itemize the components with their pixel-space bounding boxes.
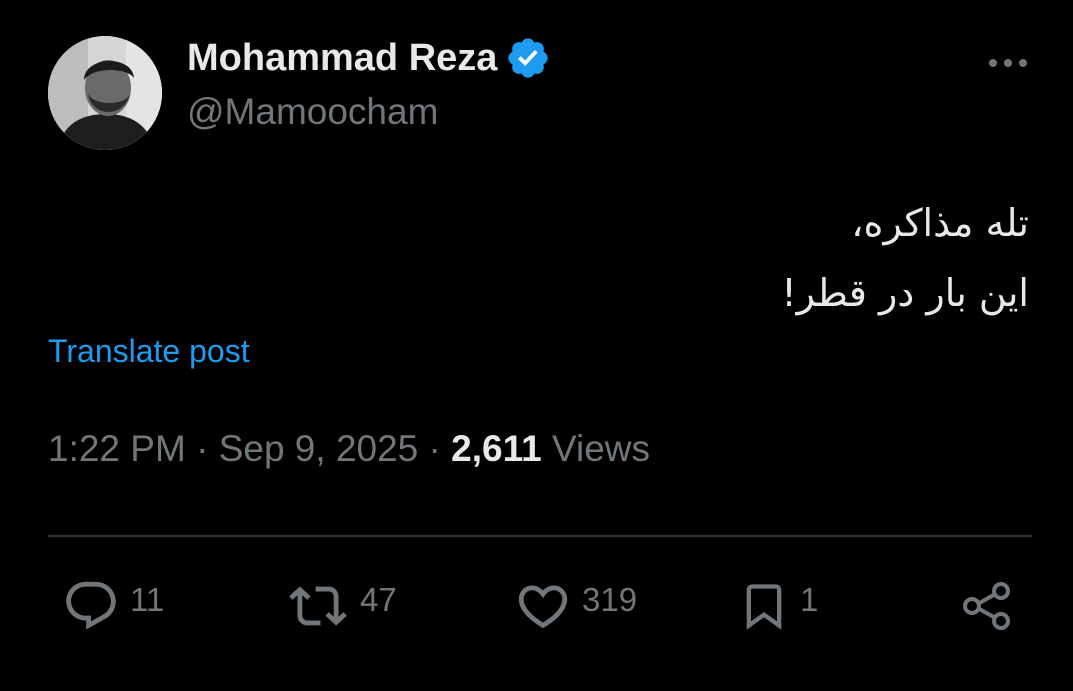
- like-button[interactable]: 319: [514, 578, 637, 634]
- divider: [48, 535, 1032, 537]
- avatar[interactable]: [48, 36, 162, 150]
- post-time[interactable]: 1:22 PM: [48, 428, 186, 469]
- share-nodes-icon: [963, 582, 1010, 630]
- bookmark-button[interactable]: 1: [738, 578, 818, 634]
- reply-bubble-icon: [66, 581, 116, 630]
- post-text-line-2: این بار در قطر!: [781, 271, 1029, 315]
- like-count: 319: [582, 581, 638, 618]
- post-date[interactable]: Sep 9, 2025: [219, 428, 419, 469]
- bookmark-count: 1: [800, 581, 819, 618]
- views-label: Views: [551, 428, 651, 469]
- verified-badge-icon: [508, 38, 549, 78]
- author-display-name[interactable]: Mohammad Reza: [187, 37, 497, 80]
- author-handle[interactable]: @Mamoocham: [187, 91, 438, 133]
- share-button[interactable]: [958, 578, 1016, 634]
- repost-arrows-icon: [289, 586, 347, 626]
- repost-button[interactable]: 47: [286, 578, 397, 634]
- repost-count: 47: [360, 581, 397, 618]
- views-count: 2,611: [451, 428, 542, 469]
- meta-separator: ·: [196, 428, 209, 469]
- post-text: تله مذاکره، این بار در قطر!: [329, 188, 1029, 328]
- post-text-line-1: تله مذاکره،: [851, 201, 1029, 245]
- avatar-photo: [48, 36, 162, 150]
- more-dots-icon[interactable]: [984, 50, 1032, 76]
- meta-separator: ·: [428, 428, 441, 469]
- translate-post-link[interactable]: Translate post: [48, 333, 250, 370]
- bookmark-icon: [746, 584, 782, 630]
- author-name-row[interactable]: Mohammad Reza: [187, 36, 551, 80]
- reply-count: 11: [130, 581, 165, 618]
- reply-button[interactable]: 11: [62, 578, 164, 634]
- heart-icon: [518, 585, 568, 629]
- post-metadata: 1:22 PM · Sep 9, 2025 · 2,611 Views: [48, 428, 650, 470]
